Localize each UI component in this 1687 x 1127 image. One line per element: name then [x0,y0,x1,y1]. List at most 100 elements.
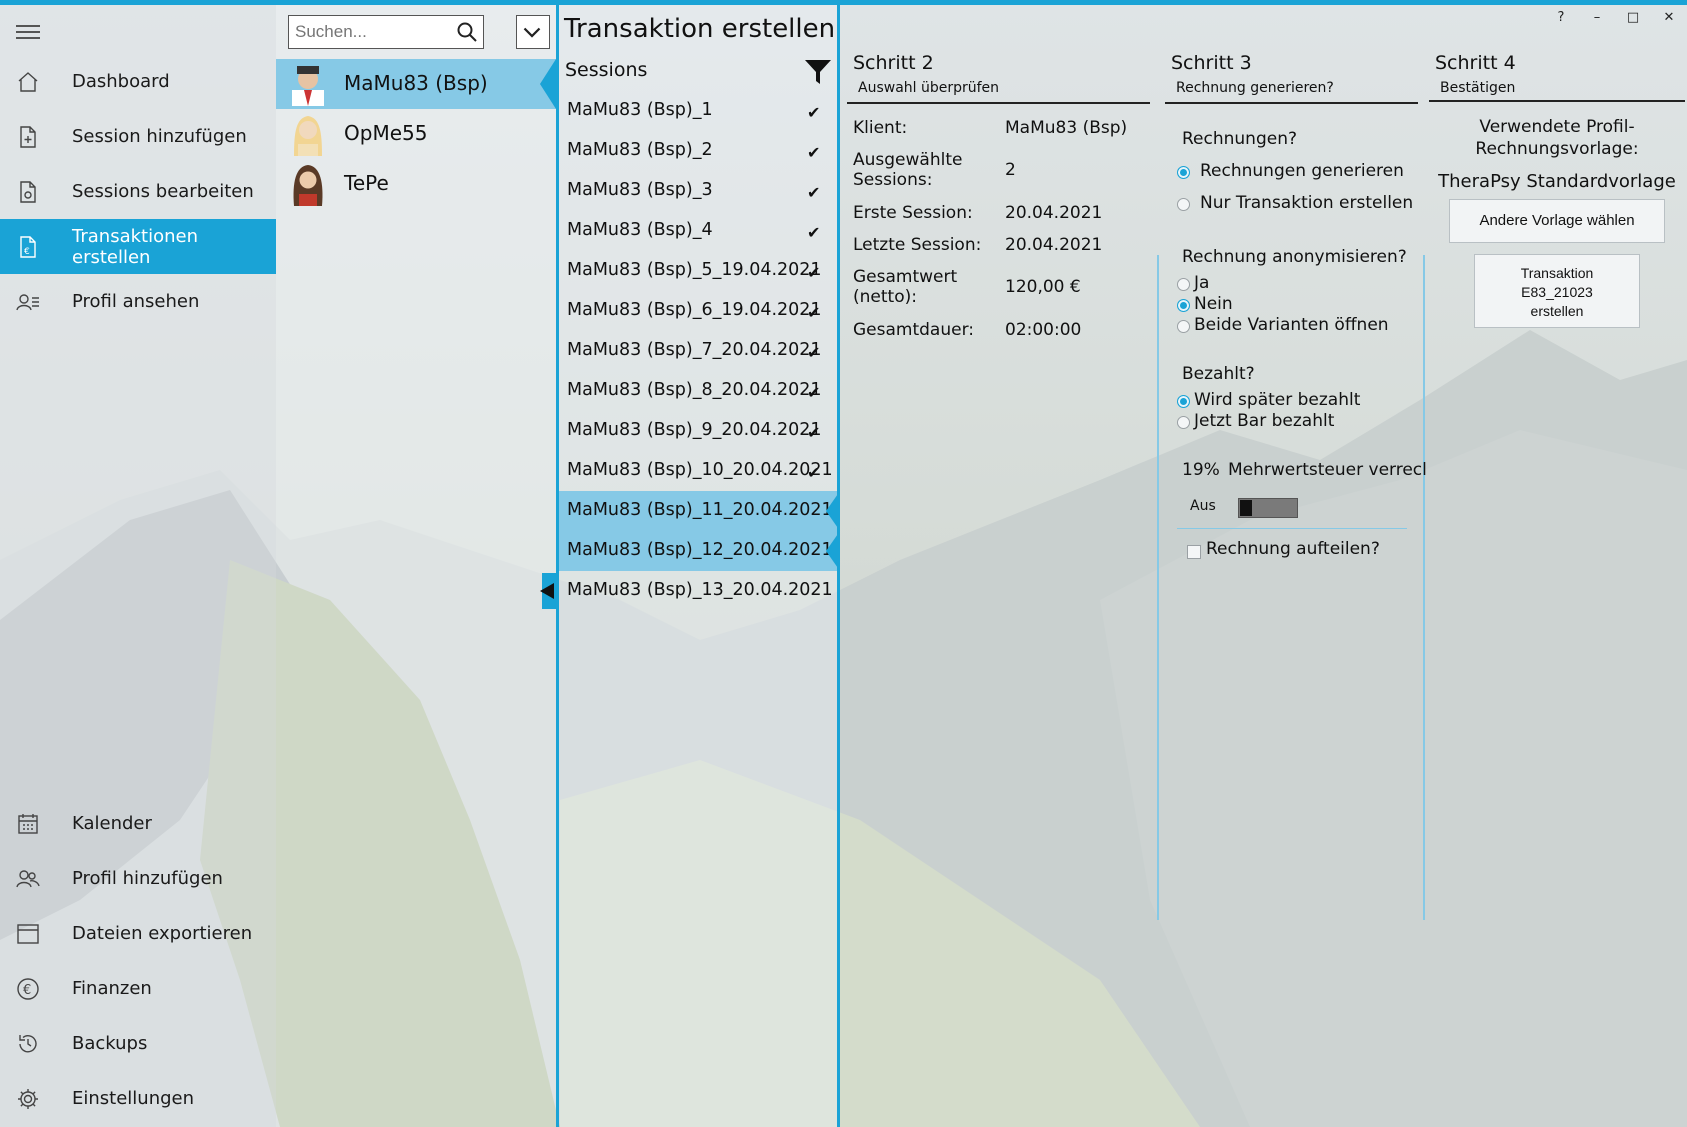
session-row[interactable]: MaMu83 (Bsp)_10_20.04.2021 ✔ [559,451,837,491]
checkmark-icon: ✔ [807,103,821,122]
sidebar-item-finanzen[interactable]: € Finanzen [0,961,276,1016]
radio-paid-cash[interactable] [1177,416,1190,429]
checkmark-icon: ✔ [807,343,821,362]
session-label: MaMu83 (Bsp)_2 [567,140,713,160]
session-row[interactable]: MaMu83 (Bsp)_2 ✔ [559,131,837,171]
radio-anon-yes[interactable] [1177,278,1190,291]
step4-header: Schritt 4 Bestätigen [1429,52,1685,102]
step4-title: Schritt 4 [1435,52,1516,74]
session-row[interactable]: MaMu83 (Bsp)_9_20.04.2021 ✔ [559,411,837,451]
anonymize-question: Rechnung anonymisieren? [1182,247,1407,267]
minimize-button[interactable]: – [1579,8,1615,32]
sessions-header: Sessions [565,59,648,81]
profile-name: MaMu83 (Bsp) [344,71,488,95]
radio-paid-later[interactable] [1177,395,1190,408]
gear-icon [18,1088,38,1109]
sidebar-item-label: Finanzen [72,978,152,999]
session-label: MaMu83 (Bsp)_3 [567,180,713,200]
step3-subtitle: Rechnung generieren? [1176,80,1334,96]
session-row[interactable]: MaMu83 (Bsp)_8_20.04.2021 ✔ [559,371,837,411]
radio-transaction-only-label: Nur Transaktion erstellen [1200,193,1414,213]
step3-divider [1165,102,1418,104]
window-controls: ? – □ ✕ [1543,8,1687,32]
total-value-label: Gesamtwert (netto): [853,267,958,307]
checkmark-icon: ✔ [807,303,821,322]
search-input[interactable] [295,20,455,44]
sidebar-item-label: Backups [72,1033,148,1054]
sidebar-item-session-hinzufuegen[interactable]: Session hinzufügen [0,109,276,164]
sidebar-item-einstellungen[interactable]: Einstellungen [0,1071,276,1126]
profile-name: OpMe55 [344,121,428,145]
top-accent-bar [0,0,1687,5]
calendar-icon [18,813,38,834]
sidebar-item-label: Einstellungen [72,1088,195,1109]
filter-icon[interactable] [803,57,833,87]
session-label: MaMu83 (Bsp)_6_19.04.2021 [567,300,822,320]
session-label: MaMu83 (Bsp)_4 [567,220,713,240]
sidebar-item-label: Transaktionen erstellen [72,225,198,268]
euro-icon: € [17,977,39,1000]
session-row-selected[interactable]: MaMu83 (Bsp)_12_20.04.2021 [559,531,840,571]
radio-generate-invoices[interactable] [1177,166,1190,179]
page-title: Transaktion erstellen [564,14,836,44]
svg-text:€: € [24,247,30,257]
help-button[interactable]: ? [1543,8,1579,32]
selected-sessions-label: Ausgewählte Sessions: [853,150,963,190]
session-label: MaMu83 (Bsp)_9_20.04.2021 [567,420,822,440]
sidebar-item-dashboard[interactable]: Dashboard [0,54,276,109]
sidebar-item-profil-hinzufuegen[interactable]: Profil hinzufügen [0,851,276,906]
session-row[interactable]: MaMu83 (Bsp)_3 ✔ [559,171,837,211]
checkmark-icon: ✔ [807,383,821,402]
session-row[interactable]: MaMu83 (Bsp)_1 ✔ [559,91,837,131]
first-session-label: Erste Session: [853,203,973,223]
close-button[interactable]: ✕ [1651,8,1687,32]
vat-toggle-switch[interactable] [1238,498,1298,518]
session-row[interactable]: MaMu83 (Bsp)_4 ✔ [559,211,837,251]
vat-label: Mehrwertsteuer verrecl [1228,460,1427,480]
sidebar: Dashboard Session hinzufügen Sessions be… [0,5,276,1127]
vat-percent: 19% [1182,460,1220,480]
maximize-button[interactable]: □ [1615,8,1651,32]
sidebar-item-profil-ansehen[interactable]: Profil ansehen [0,274,276,329]
svg-text:€: € [23,983,31,998]
profile-filter-dropdown[interactable] [516,15,550,49]
edit-document-icon [20,180,36,203]
template-name: TheraPsy Standardvorlage [1438,171,1676,192]
checkmark-icon: ✔ [807,263,821,282]
step3-title: Schritt 3 [1171,52,1252,74]
checkmark-icon: ✔ [807,183,821,202]
avatar-male-icon [292,66,324,106]
sidebar-item-dateien-exportieren[interactable]: Dateien exportieren [0,906,276,961]
session-row[interactable]: MaMu83 (Bsp)_13_20.04.2021 [540,571,837,611]
radio-anon-both[interactable] [1177,320,1190,333]
hamburger-menu-icon[interactable] [16,21,40,43]
step2-header: Schritt 2 Auswahl überprüfen [847,52,1150,104]
last-session-label: Letzte Session: [853,235,982,255]
session-row[interactable]: MaMu83 (Bsp)_5_19.04.2021 ✔ [559,251,837,291]
split-invoice-checkbox[interactable] [1187,545,1201,559]
session-row[interactable]: MaMu83 (Bsp)_7_20.04.2021 ✔ [559,331,837,371]
sessions-panel: Sessions MaMu83 (Bsp)_1 ✔ MaMu83 (Bsp)_2 ✔… [540,5,840,1127]
radio-anon-no[interactable] [1177,299,1190,312]
avatar-female-icon [294,116,322,156]
session-row-selected[interactable]: MaMu83 (Bsp)_11_20.04.2021 [559,491,840,531]
profile-item[interactable]: MaMu83 (Bsp) [276,59,556,109]
profile-item[interactable]: OpMe55 [276,109,556,159]
selected-sessions-value: 2 [1005,160,1016,180]
step4-subtitle: Bestätigen [1440,80,1516,96]
session-row[interactable]: MaMu83 (Bsp)_6_19.04.2021 ✔ [559,291,837,331]
create-transaction-button[interactable]: Transaktion E83_21023 erstellen [1474,254,1640,328]
change-template-button[interactable]: Andere Vorlage wählen [1449,199,1665,243]
radio-paid-cash-label: Jetzt Bar bezahlt [1194,411,1335,431]
sidebar-item-sessions-bearbeiten[interactable]: Sessions bearbeiten [0,164,276,219]
radio-transaction-only[interactable] [1177,198,1190,211]
search-icon[interactable] [455,20,479,44]
checkmark-icon: ✔ [807,463,821,482]
sidebar-item-transaktionen-erstellen[interactable]: € Transaktionen erstellen [0,219,276,274]
template-label-line2: Rechnungsvorlage: [1475,139,1639,159]
radio-generate-invoices-label: Rechnungen generieren [1200,161,1404,181]
profile-item[interactable]: TePe [276,159,556,209]
sidebar-item-backups[interactable]: Backups [0,1016,276,1071]
step2-title: Schritt 2 [853,52,934,74]
sidebar-item-kalender[interactable]: Kalender [0,796,276,851]
